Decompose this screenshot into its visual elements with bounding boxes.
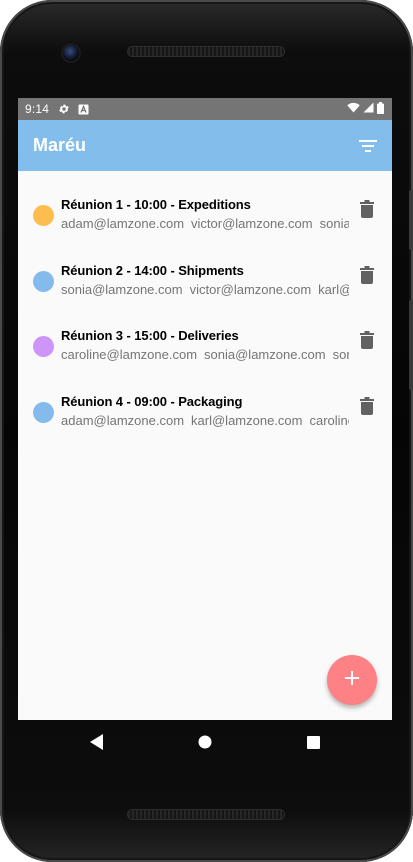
- participant-email: sonia@lamzone.com: [61, 281, 183, 297]
- home-icon[interactable]: [197, 734, 213, 750]
- meeting-subject: Réunion 1 - 10:00 - Expeditions: [61, 197, 251, 212]
- meeting-subject: Réunion 4 - 09:00 - Packaging: [61, 393, 243, 409]
- participant-email: adam@lamzone.com: [61, 216, 185, 231]
- recents-icon[interactable]: [305, 734, 321, 750]
- meeting-participants: caroline@lamzone.com sonia@lamzone.com son…: [61, 346, 349, 364]
- meeting-list: Réunion 1 - 10:00 - Expeditions adam@lam…: [18, 171, 392, 458]
- navigation-bar: [18, 720, 392, 764]
- signal-icon: [363, 102, 374, 116]
- participant-email: caroline@lamzone.com: [61, 347, 198, 362]
- meeting-item-1[interactable]: Réunion 1 - 10:00 - Expeditions adam@lam…: [18, 196, 392, 262]
- filter-icon[interactable]: [356, 134, 380, 158]
- gear-icon: [58, 103, 70, 115]
- participant-email: victor@lamzone.com: [191, 216, 313, 231]
- meeting-participants: sonia@lamzone.com victor@lamzone.com karl@…: [61, 281, 349, 299]
- delete-icon[interactable]: [357, 329, 377, 351]
- participant-email: sonia@lamzone.com: [204, 347, 326, 362]
- participant-email: caroline@lamzone.com: [309, 412, 349, 428]
- bottom-speaker: [128, 810, 284, 819]
- app-bar: Maréu: [18, 120, 392, 171]
- meeting-color-dot: [33, 270, 54, 292]
- battery-icon: [377, 101, 384, 117]
- participant-email: adam@lamzone.com: [61, 412, 185, 428]
- meeting-color-dot: [33, 336, 54, 357]
- delete-icon[interactable]: [357, 198, 377, 220]
- meeting-color-dot: [33, 401, 54, 423]
- participant-email: sonia@lamzone.com: [319, 216, 349, 231]
- meeting-participants: adam@lamzone.com karl@lamzone.com caroline…: [61, 412, 349, 430]
- meeting-item-4[interactable]: Réunion 4 - 09:00 - Packaging adam@lamzo…: [18, 393, 392, 459]
- wifi-icon: [347, 102, 360, 116]
- top-speaker: [128, 47, 284, 56]
- meeting-color-dot: [33, 205, 54, 226]
- back-icon[interactable]: [89, 734, 105, 750]
- participant-email: sonia@lamzone.com: [332, 347, 349, 362]
- delete-icon[interactable]: [357, 264, 377, 286]
- power-button: [409, 190, 413, 250]
- meeting-item-2[interactable]: Réunion 2 - 14:00 - Shipments sonia@lamz…: [18, 262, 392, 328]
- add-meeting-button[interactable]: [327, 655, 377, 705]
- app-screen: 9:14 Maréu Réunion 1 - 10:00 - Expeditio…: [18, 98, 392, 720]
- plus-icon: [344, 670, 360, 691]
- participant-email: victor@lamzone.com: [189, 281, 312, 297]
- front-camera: [63, 45, 79, 61]
- participant-email: karl@lamzone.com: [191, 412, 303, 428]
- volume-button: [409, 300, 413, 390]
- delete-icon[interactable]: [357, 395, 377, 417]
- meeting-subject: Réunion 3 - 15:00 - Deliveries: [61, 328, 239, 343]
- status-time: 9:14: [25, 102, 50, 116]
- a-badge-icon: [78, 104, 89, 115]
- app-title: Maréu: [33, 135, 87, 155]
- meeting-participants: adam@lamzone.com victor@lamzone.com sonia@…: [61, 215, 349, 233]
- participant-email: karl@lamzone.com: [318, 281, 349, 297]
- status-bar: 9:14: [18, 98, 392, 120]
- meeting-subject: Réunion 2 - 14:00 - Shipments: [61, 262, 244, 278]
- meeting-item-3[interactable]: Réunion 3 - 15:00 - Deliveries caroline@…: [18, 327, 392, 393]
